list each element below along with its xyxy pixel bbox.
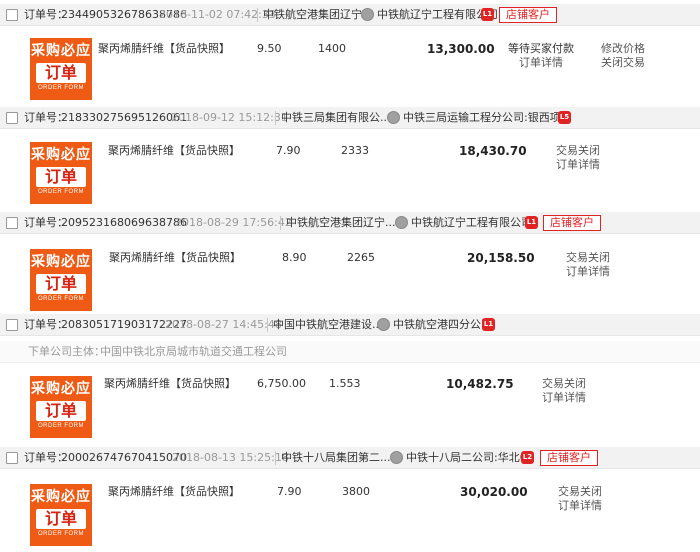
buyer-company[interactable]: 中国中铁航空港建设... bbox=[273, 318, 383, 332]
buyer-avatar-icon bbox=[390, 451, 403, 464]
order-header: 订单号： 234490532678638786 2018-11-02 07:42… bbox=[0, 4, 700, 26]
order-total: 30,020.00 bbox=[460, 485, 528, 499]
member-level-icon: L2 bbox=[521, 451, 534, 464]
member-level-icon: L5 bbox=[558, 111, 571, 124]
ordering-company-name: 中国中铁北京局城市轨道交通工程公司 bbox=[100, 345, 287, 358]
product-name[interactable]: 聚丙烯腈纤维 bbox=[108, 144, 174, 158]
ordering-company-label: 下单公司主体： bbox=[28, 345, 105, 358]
shop-customer-badge: 店铺客户 bbox=[540, 450, 598, 466]
buyer-avatar-icon bbox=[387, 111, 400, 124]
unit-price: 9.50 bbox=[257, 42, 282, 55]
unit-price: 7.90 bbox=[276, 144, 301, 157]
buyer-company[interactable]: 中铁十八局集团第二... bbox=[281, 451, 391, 465]
product-snapshot-link[interactable]: 【货品快照】 bbox=[170, 377, 236, 391]
buyer-company[interactable]: 中铁三局集团有限公... bbox=[281, 111, 391, 125]
product-name[interactable]: 聚丙烯腈纤维 bbox=[109, 251, 175, 265]
order-status: 交易关闭 bbox=[558, 485, 602, 498]
product-snapshot-link[interactable]: 【货品快照】 bbox=[174, 144, 240, 158]
order-number: 200026747670415070 bbox=[61, 451, 187, 464]
order-checkbox[interactable] bbox=[6, 217, 18, 229]
buyer-company[interactable]: 中铁航空港集团辽宁... bbox=[286, 216, 396, 230]
unit-price: 7.90 bbox=[277, 485, 302, 498]
order-total: 20,158.50 bbox=[467, 251, 535, 265]
order-checkbox[interactable] bbox=[6, 319, 18, 331]
unit-price: 6,750.00 bbox=[257, 377, 306, 390]
seller-company[interactable]: 中铁航辽宁工程有限公司 bbox=[411, 216, 532, 230]
product-name[interactable]: 聚丙烯腈纤维 bbox=[108, 485, 174, 499]
ordering-company-row: 下单公司主体： 中国中铁北京局城市轨道交通工程公司 bbox=[0, 341, 700, 363]
seller-company[interactable]: 中铁三局运输工程分公司:银西项目 bbox=[403, 111, 572, 125]
order-datetime: 2018-08-29 17:56:42 bbox=[175, 216, 292, 229]
member-level-icon: L1 bbox=[482, 318, 495, 331]
seller-company[interactable]: 中铁航空港四分公司 bbox=[393, 318, 492, 332]
order-form-logo: 采购必应 订单 ORDER FORM bbox=[30, 249, 92, 311]
order-status: 交易关闭 bbox=[542, 377, 586, 390]
order-form-logo: 采购必应 订单 ORDER FORM bbox=[30, 484, 92, 546]
buyer-avatar-icon bbox=[377, 318, 390, 331]
quantity: 2265 bbox=[347, 251, 375, 264]
divider bbox=[275, 451, 276, 465]
order-total: 18,430.70 bbox=[459, 144, 527, 158]
order-datetime: 2018-08-13 15:25:18 bbox=[172, 451, 289, 464]
member-level-icon: L1 bbox=[481, 8, 494, 21]
order-status: 等待买家付款 bbox=[508, 42, 574, 55]
order-form-logo: 采购必应 订单 ORDER FORM bbox=[30, 376, 92, 438]
order-header: 订单号： 208305171903172227 2018-08-27 14:45… bbox=[0, 314, 700, 336]
quantity: 2333 bbox=[341, 144, 369, 157]
order-checkbox[interactable] bbox=[6, 9, 18, 21]
order-detail-link[interactable]: 订单详情 bbox=[558, 499, 602, 513]
order-detail-link[interactable]: 订单详情 bbox=[519, 56, 563, 70]
divider bbox=[280, 216, 281, 230]
order-detail-link[interactable]: 订单详情 bbox=[566, 265, 610, 279]
divider bbox=[275, 111, 276, 125]
order-datetime: 2018-11-02 07:42:33 bbox=[159, 8, 276, 21]
buyer-company[interactable]: 中铁航空港集团辽宁... bbox=[263, 8, 373, 22]
order-detail-link[interactable]: 订单详情 bbox=[556, 158, 600, 172]
order-datetime: 2018-09-12 15:12:31 bbox=[171, 111, 288, 124]
buyer-avatar-icon bbox=[395, 216, 408, 229]
order-checkbox[interactable] bbox=[6, 112, 18, 124]
modify-price-link[interactable]: 修改价格 bbox=[601, 42, 645, 56]
product-snapshot-link[interactable]: 【货品快照】 bbox=[174, 485, 240, 499]
seller-company[interactable]: 中铁航辽宁工程有限公司 bbox=[377, 8, 498, 22]
product-name[interactable]: 聚丙烯腈纤维 bbox=[98, 42, 164, 56]
order-header: 订单号： 200026747670415070 2018-08-13 15:25… bbox=[0, 447, 700, 469]
order-total: 10,482.75 bbox=[446, 377, 514, 391]
shop-customer-badge: 店铺客户 bbox=[543, 215, 601, 231]
quantity: 3800 bbox=[342, 485, 370, 498]
order-status: 交易关闭 bbox=[556, 144, 600, 157]
shop-customer-badge: 店铺客户 bbox=[499, 7, 557, 23]
buyer-avatar-icon bbox=[361, 8, 374, 21]
quantity: 1400 bbox=[318, 42, 346, 55]
order-header: 订单号： 218330275695126061 2018-09-12 15:12… bbox=[0, 107, 700, 129]
seller-company[interactable]: 中铁十八局二公司:华北01 bbox=[406, 451, 534, 465]
order-number: 209523168069638786 bbox=[61, 216, 187, 229]
order-total: 13,300.00 bbox=[427, 42, 495, 56]
member-level-icon: L1 bbox=[525, 216, 538, 229]
order-header: 订单号： 209523168069638786 2018-08-29 17:56… bbox=[0, 212, 700, 234]
order-status: 交易关闭 bbox=[566, 251, 610, 264]
order-number: 218330275695126061 bbox=[61, 111, 187, 124]
order-form-logo: 采购必应 订单 ORDER FORM bbox=[30, 38, 92, 100]
divider bbox=[267, 318, 268, 332]
unit-price: 8.90 bbox=[282, 251, 307, 264]
order-datetime: 2018-08-27 14:45:48 bbox=[165, 318, 282, 331]
close-deal-link[interactable]: 关闭交易 bbox=[601, 56, 645, 70]
order-form-logo: 采购必应 订单 ORDER FORM bbox=[30, 142, 92, 204]
product-snapshot-link[interactable]: 【货品快照】 bbox=[175, 251, 241, 265]
product-snapshot-link[interactable]: 【货品快照】 bbox=[164, 42, 230, 56]
product-name[interactable]: 聚丙烯腈纤维 bbox=[104, 377, 170, 391]
order-detail-link[interactable]: 订单详情 bbox=[542, 391, 586, 405]
order-checkbox[interactable] bbox=[6, 452, 18, 464]
divider bbox=[257, 8, 258, 22]
quantity: 1.553 bbox=[329, 377, 361, 390]
